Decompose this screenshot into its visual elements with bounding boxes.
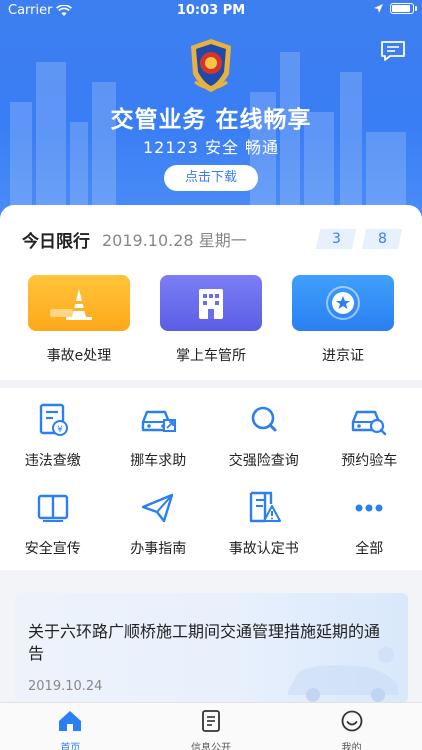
- news-date: 2019.10.24: [28, 679, 103, 694]
- hero-banner: Carrier 10:03 PM 交管业务 在线畅享 12123 安全 畅通 点…: [0, 0, 422, 232]
- tab-mine[interactable]: 我的: [281, 703, 422, 750]
- service-guide-button[interactable]: 办事指南: [106, 490, 212, 558]
- news-card[interactable]: 关于六环路广顺桥施工期间交通管理措施延期的通告 2019.10.24: [14, 593, 408, 703]
- service-grid: ¥ 违法查缴 挪车求助 交强险查询 预约验车 安全宣传 办事指南 事故认定书 全…: [0, 402, 422, 558]
- inspection-appointment-button[interactable]: 预约验车: [317, 402, 422, 470]
- car-move-icon: [142, 410, 177, 432]
- smile-icon: [341, 710, 363, 732]
- move-car-button[interactable]: 挪车求助: [106, 402, 212, 470]
- home-icon: [59, 711, 82, 731]
- tab-info-public[interactable]: 信息公开: [141, 703, 282, 750]
- service-label: 全部: [355, 541, 384, 557]
- violation-query-button[interactable]: ¥ 违法查缴: [0, 402, 106, 470]
- location-arrow-icon: [374, 4, 383, 13]
- fine-document-icon: ¥: [39, 403, 68, 436]
- tab-label: 首页: [60, 743, 81, 750]
- tab-label: 信息公开: [191, 743, 231, 750]
- traffic-limit-row: 今日限行 2019.10.28 星期一 3 8: [22, 227, 403, 252]
- car-search-icon: [352, 410, 387, 436]
- service-label: 交强险查询: [228, 453, 299, 469]
- accident-tile: [28, 275, 130, 331]
- paper-plane-icon: [142, 493, 174, 523]
- service-label: 预约验车: [341, 453, 398, 469]
- vehicle-office-button[interactable]: 掌上车管所: [160, 275, 262, 365]
- vehicle-office-tile: [160, 275, 262, 331]
- limit-plate-number: 8: [361, 229, 403, 249]
- featured-services: 事故e处理 掌上车管所 进京证: [28, 275, 394, 365]
- service-label: 办事指南: [130, 541, 187, 557]
- status-time: 10:03 PM: [176, 3, 246, 18]
- tab-bar: 首页 信息公开 我的: [0, 702, 422, 750]
- service-label: 安全宣传: [24, 541, 81, 557]
- limit-plate-number: 3: [315, 229, 357, 249]
- traffic-cone-icon: [50, 289, 92, 320]
- message-icon[interactable]: [380, 40, 406, 62]
- battery-icon: [390, 3, 417, 14]
- book-icon: [37, 494, 68, 522]
- status-bar: Carrier 10:03 PM: [0, 0, 422, 22]
- hero-subtitle: 12123 安全 畅通: [142, 138, 280, 157]
- accident-report-button[interactable]: 事故认定书: [211, 490, 317, 558]
- warning-document-icon: [249, 491, 281, 523]
- tile-label: 进京证: [322, 348, 364, 364]
- beijing-permit-button[interactable]: 进京证: [292, 275, 394, 365]
- hero-title: 交管业务 在线畅享: [110, 107, 312, 133]
- news-title: 关于六环路广顺桥施工期间交通管理措施延期的通告: [28, 622, 381, 663]
- more-dots-icon: [355, 504, 383, 512]
- status-right: [373, 3, 417, 14]
- limit-date: 2019.10.28 星期一: [102, 231, 247, 250]
- building-icon: [199, 289, 223, 319]
- service-label: 违法查缴: [24, 453, 81, 469]
- search-icon: [251, 406, 277, 432]
- beijing-permit-tile: [292, 275, 394, 331]
- badge-star-icon: [326, 286, 360, 320]
- limit-label: 今日限行: [22, 231, 90, 252]
- accident-e-process-button[interactable]: 事故e处理: [28, 275, 130, 365]
- service-grid-card: ¥ 违法查缴 挪车求助 交强险查询 预约验车 安全宣传 办事指南 事故认定书 全…: [0, 388, 422, 570]
- police-emblem-icon: [191, 39, 231, 92]
- limit-plates: 3 8: [315, 229, 403, 249]
- svg-text:¥: ¥: [57, 425, 63, 435]
- download-button[interactable]: 点击下载: [164, 165, 258, 191]
- insurance-query-button[interactable]: 交强险查询: [211, 402, 317, 470]
- document-icon: [202, 710, 220, 732]
- tile-label: 掌上车管所: [176, 348, 246, 364]
- quick-services-card: 今日限行 2019.10.28 星期一 3 8 事故e处理 掌上车管所 进京证: [0, 205, 422, 380]
- safety-education-button[interactable]: 安全宣传: [0, 490, 106, 558]
- all-services-button[interactable]: 全部: [317, 490, 422, 558]
- tab-home[interactable]: 首页: [0, 703, 141, 750]
- tile-label: 事故e处理: [46, 348, 112, 364]
- service-label: 事故认定书: [228, 541, 299, 557]
- tab-label: 我的: [341, 743, 362, 750]
- service-label: 挪车求助: [130, 453, 187, 469]
